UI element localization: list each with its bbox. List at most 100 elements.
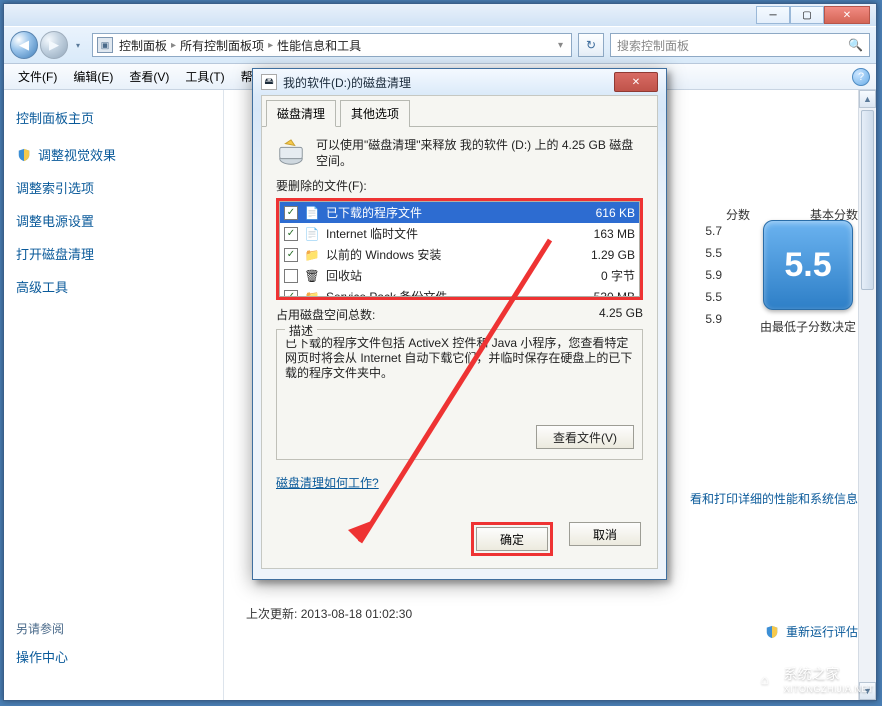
subscore-value: 5.7 — [705, 220, 722, 242]
file-name: 回收站 — [326, 267, 563, 284]
shield-icon — [764, 624, 780, 640]
file-size: 616 KB — [563, 206, 635, 220]
maximize-button[interactable]: ▢ — [790, 6, 824, 24]
scroll-thumb[interactable] — [861, 110, 874, 290]
see-also-heading: 另请参阅 — [16, 620, 211, 637]
subscore-column: 5.7 5.5 5.9 5.5 5.9 — [705, 220, 722, 330]
score-strip: 5.7 5.5 5.9 5.5 5.9 5.5 由最低子分数决定 — [705, 220, 858, 336]
link-label: 重新运行评估 — [786, 623, 858, 640]
action-center-link[interactable]: 操作中心 — [16, 647, 211, 666]
files-listbox[interactable]: ✓📄已下载的程序文件616 KB✓📄Internet 临时文件163 MB✓📁以… — [279, 201, 640, 297]
dialog-body: 磁盘清理 其他选项 可以使用"磁盘清理"来释放 我的软件 (D:) 上的 4.2… — [261, 95, 658, 569]
tab-panel: 可以使用"磁盘清理"来释放 我的软件 (D:) 上的 4.25 GB 磁盘空间。… — [262, 127, 657, 501]
menu-edit[interactable]: 编辑(E) — [65, 65, 121, 88]
rerun-assessment-link[interactable]: 重新运行评估 — [764, 623, 858, 640]
close-button[interactable]: ✕ — [824, 6, 870, 24]
dialog-titlebar[interactable]: 🖴 我的软件(D:)的磁盘清理 ✕ — [253, 69, 666, 95]
address-drop-icon[interactable]: ▾ — [554, 40, 567, 51]
view-detailed-link[interactable]: 看和打印详细的性能和系统信息 — [690, 490, 858, 507]
subscore-value: 5.5 — [705, 242, 722, 264]
advanced-tools-link[interactable]: 高级工具 — [16, 277, 211, 296]
adjust-indexing-link[interactable]: 调整索引选项 — [16, 178, 211, 197]
file-checkbox[interactable]: ✓ — [284, 206, 298, 220]
ok-button[interactable]: 确定 — [476, 527, 548, 551]
file-size: 530 MB — [563, 290, 635, 298]
file-type-icon: 📄 — [304, 205, 320, 221]
subscore-value: 5.9 — [705, 308, 722, 330]
control-panel-home-link[interactable]: 控制面板主页 — [16, 108, 211, 127]
ok-callout-box: 确定 — [471, 522, 553, 556]
file-row[interactable]: ✓📄Internet 临时文件163 MB — [280, 223, 639, 244]
dialog-footer: 确定 取消 — [471, 522, 641, 556]
watermark: ⌂ 系统之家 XITONGZHIJIA.NET — [752, 664, 874, 694]
file-checkbox[interactable]: ✓ — [284, 227, 298, 241]
tab-strip: 磁盘清理 其他选项 — [262, 100, 657, 127]
how-cleanup-works-link[interactable]: 磁盘清理如何工作? — [276, 474, 379, 491]
description-legend: 描述 — [285, 322, 317, 339]
files-to-delete-label: 要删除的文件(F): — [276, 177, 643, 194]
total-space-row: 占用磁盘空间总数: 4.25 GB — [276, 306, 643, 323]
vertical-scrollbar[interactable]: ▲ ▼ — [858, 90, 876, 700]
tab-more-options[interactable]: 其他选项 — [340, 100, 410, 127]
file-type-icon: 📁 — [304, 289, 320, 298]
adjust-power-link[interactable]: 调整电源设置 — [16, 211, 211, 230]
location-icon: ▣ — [97, 37, 113, 53]
navigation-toolbar: ◀ ▶ ▾ ▣ 控制面板 ▸ 所有控制面板项 ▸ 性能信息和工具 ▾ ↻ 搜索控… — [4, 26, 876, 64]
tab-disk-cleanup[interactable]: 磁盘清理 — [266, 100, 336, 127]
file-row[interactable]: ✓ 📁 Service Pack 备份文件530 MB — [280, 286, 639, 297]
adjust-visual-effects-link[interactable]: 调整视觉效果 — [16, 145, 211, 164]
minimize-button[interactable]: ─ — [756, 6, 790, 24]
crumb-all-items[interactable]: 所有控制面板项 — [180, 37, 264, 54]
disk-cleanup-dialog: 🖴 我的软件(D:)的磁盘清理 ✕ 磁盘清理 其他选项 可以使用"磁盘清理"来释… — [252, 68, 667, 580]
open-disk-cleanup-link[interactable]: 打开磁盘清理 — [16, 244, 211, 263]
file-row[interactable]: ✓📁以前的 Windows 安装1.29 GB — [280, 244, 639, 265]
nav-history-drop[interactable]: ▾ — [70, 33, 86, 57]
link-label: 打开磁盘清理 — [16, 244, 94, 263]
crumb-sep-icon: ▸ — [268, 40, 273, 51]
last-update-value: 2013-08-18 01:02:30 — [301, 607, 412, 621]
file-name: Service Pack 备份文件 — [326, 288, 563, 297]
menu-file[interactable]: 文件(F) — [10, 65, 65, 88]
file-row[interactable]: 🗑 回收站0 字节 — [280, 265, 639, 286]
back-button[interactable]: ◀ — [10, 31, 38, 59]
total-space-label: 占用磁盘空间总数: — [276, 306, 375, 323]
base-score-badge: 5.5 — [763, 220, 853, 310]
scroll-up-button[interactable]: ▲ — [859, 90, 876, 108]
summary-text: 可以使用"磁盘清理"来释放 我的软件 (D:) 上的 4.25 GB 磁盘空间。 — [316, 137, 643, 169]
help-icon[interactable]: ? — [852, 68, 870, 86]
view-files-button[interactable]: 查看文件(V) — [536, 425, 634, 449]
file-type-icon: 🗑 — [304, 268, 320, 284]
search-input[interactable]: 搜索控制面板 🔍 — [610, 33, 870, 57]
file-row[interactable]: ✓📄已下载的程序文件616 KB — [280, 202, 639, 223]
cleanup-icon — [276, 137, 306, 169]
file-checkbox[interactable]: ✓ — [284, 248, 298, 262]
crumb-perf-info[interactable]: 性能信息和工具 — [277, 37, 361, 54]
dialog-close-button[interactable]: ✕ — [614, 72, 658, 92]
link-label: 调整电源设置 — [16, 211, 94, 230]
search-icon: 🔍 — [848, 38, 863, 52]
tasks-pane: 控制面板主页 调整视觉效果 调整索引选项 调整电源设置 打开磁盘清理 高级工具 … — [4, 90, 224, 700]
refresh-button[interactable]: ↻ — [578, 33, 604, 57]
file-size: 0 字节 — [563, 267, 635, 284]
total-space-value: 4.25 GB — [599, 306, 643, 323]
files-callout-box: ✓📄已下载的程序文件616 KB✓📄Internet 临时文件163 MB✓📁以… — [276, 198, 643, 300]
watermark-line1: 系统之家 — [784, 664, 874, 684]
drive-icon: 🖴 — [261, 74, 277, 90]
file-size: 1.29 GB — [563, 248, 635, 262]
subscore-value: 5.9 — [705, 264, 722, 286]
menu-view[interactable]: 查看(V) — [121, 65, 177, 88]
forward-button[interactable]: ▶ — [40, 31, 68, 59]
file-type-icon: 📁 — [304, 247, 320, 263]
cancel-button[interactable]: 取消 — [569, 522, 641, 546]
address-bar[interactable]: ▣ 控制面板 ▸ 所有控制面板项 ▸ 性能信息和工具 ▾ — [92, 33, 572, 57]
description-text: 已下载的程序文件包括 ActiveX 控件和 Java 小程序，您查看特定网页时… — [285, 336, 634, 381]
file-checkbox[interactable]: ✓ — [284, 290, 298, 298]
link-label: 高级工具 — [16, 277, 68, 296]
file-name: Internet 临时文件 — [326, 225, 563, 242]
file-checkbox[interactable] — [284, 269, 298, 283]
crumb-control-panel[interactable]: 控制面板 — [119, 37, 167, 54]
shield-icon — [16, 147, 32, 163]
dialog-title: 我的软件(D:)的磁盘清理 — [283, 74, 411, 91]
menu-tools[interactable]: 工具(T) — [177, 65, 232, 88]
search-placeholder-text: 搜索控制面板 — [617, 37, 689, 54]
